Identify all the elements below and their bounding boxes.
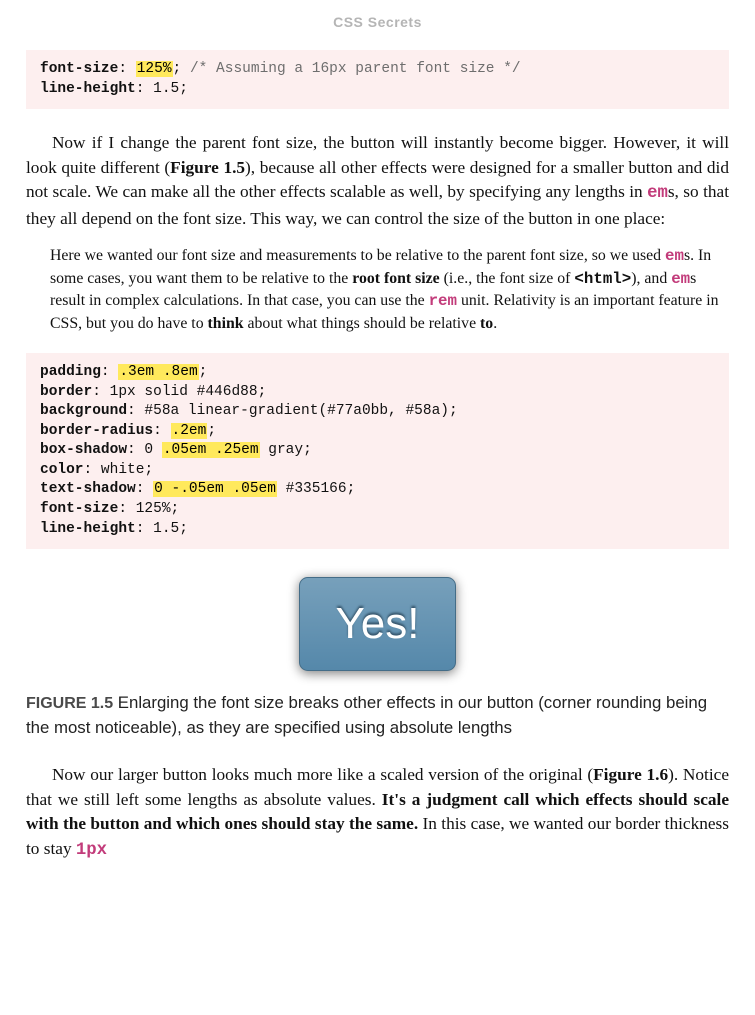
inline-code-html: <html> <box>574 270 631 288</box>
css-value: gray <box>260 442 304 458</box>
css-prop: box-shadow <box>40 442 127 458</box>
css-value: 0 <box>144 442 161 458</box>
inline-code-em: em <box>647 184 668 203</box>
css-prop: color <box>40 462 84 478</box>
figure-ref: Figure 1.6 <box>593 765 668 784</box>
text: . <box>493 315 497 332</box>
inline-code-1px: 1px <box>76 841 107 860</box>
code-block-1: font-size: 125%; /* Assuming a 16px pare… <box>26 50 729 109</box>
css-value: 1.5 <box>153 81 179 97</box>
css-value: 125% <box>136 501 171 517</box>
text: about what things should be relative <box>244 315 480 332</box>
css-value: #58a linear-gradient(#77a0bb, #58a) <box>144 403 449 419</box>
figure-ref: Figure 1.5 <box>170 158 245 177</box>
css-prop: line-height <box>40 81 136 97</box>
figure-1-5: Yes! <box>26 577 729 671</box>
inline-code-rem: rem <box>429 292 457 310</box>
code-block-2: padding: .3em .8em; border: 1px solid #4… <box>26 353 729 549</box>
css-value: #335166 <box>277 481 347 497</box>
css-prop: background <box>40 403 127 419</box>
highlight: .05em .25em <box>162 442 260 458</box>
figure-label: FIGURE 1.5 <box>26 695 113 712</box>
figure-caption-text: Enlarging the font size breaks other eff… <box>26 693 707 736</box>
figure-caption-1-5: FIGURE 1.5 Enlarging the font size break… <box>26 691 729 739</box>
css-prop: line-height <box>40 521 136 537</box>
yes-button-demo: Yes! <box>299 577 455 671</box>
text: (i.e., the font size of <box>440 270 575 287</box>
css-prop: font-size <box>40 501 118 517</box>
highlight: .2em <box>171 423 208 439</box>
css-prop: border-radius <box>40 423 153 439</box>
paragraph-1: Now if I change the parent font size, th… <box>26 131 729 231</box>
code-comment: /* Assuming a 16px parent font size */ <box>190 61 521 77</box>
page-header: CSS Secrets <box>26 14 729 30</box>
highlight: .3em .8em <box>118 364 198 380</box>
css-prop: font-size <box>40 61 118 77</box>
inline-code-em: em <box>671 270 690 288</box>
bold-text: to <box>480 315 493 332</box>
css-value: white <box>101 462 145 478</box>
css-prop: padding <box>40 364 101 380</box>
css-value: 1px solid #446d88 <box>110 384 258 400</box>
text: Now our larger button looks much more li… <box>52 765 593 784</box>
css-prop: border <box>40 384 92 400</box>
highlight: 0 -.05em .05em <box>153 481 277 497</box>
note-block: Here we wanted our font size and measure… <box>50 245 729 335</box>
css-prop: text-shadow <box>40 481 136 497</box>
bold-text: think <box>208 315 244 332</box>
paragraph-2: Now our larger button looks much more li… <box>26 763 729 863</box>
page: CSS Secrets font-size: 125%; /* Assuming… <box>0 0 755 1015</box>
inline-code-em: em <box>665 247 684 265</box>
text: Here we wanted our font size and measure… <box>50 247 665 264</box>
bold-text: root font size <box>352 270 439 287</box>
text: ), and <box>631 270 671 287</box>
css-value: 1.5 <box>153 521 179 537</box>
highlight: 125% <box>136 61 173 77</box>
